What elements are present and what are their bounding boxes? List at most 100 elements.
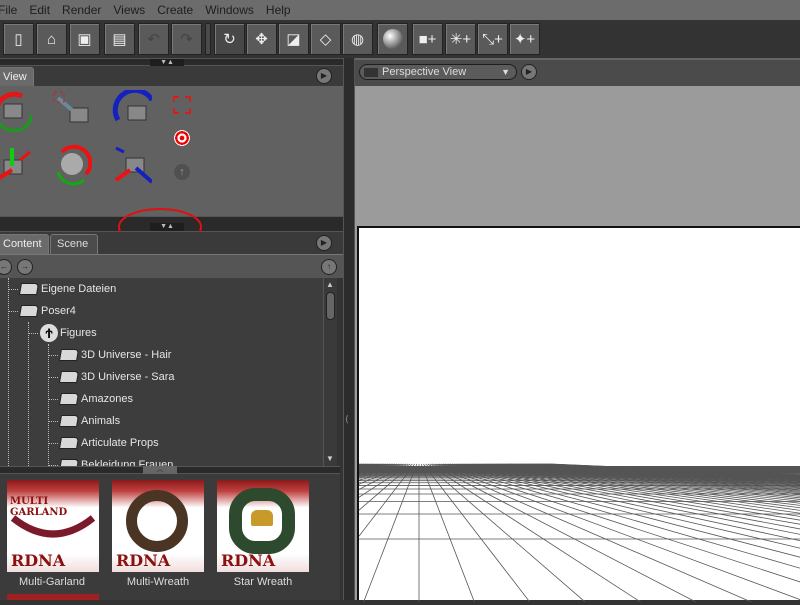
translate-camera-icon[interactable]: [112, 146, 152, 186]
menu-render[interactable]: Render: [62, 3, 101, 17]
viewport-menu-button[interactable]: ▶: [521, 64, 537, 80]
orbit-camera-icon[interactable]: [0, 91, 32, 133]
save-file-button[interactable]: ▣: [69, 23, 100, 55]
tree-scrollbar[interactable]: ▲ ▼: [323, 278, 337, 466]
content-tree: Eigene Dateien Poser4 Ϯ Figures 3D Universe …: [0, 278, 323, 466]
folder-icon: [18, 283, 40, 295]
roll-camera-icon[interactable]: [112, 90, 152, 132]
add-distant-light-button[interactable]: ✳+: [445, 23, 476, 55]
menu-edit[interactable]: Edit: [29, 3, 50, 17]
content-panel-menu-button[interactable]: ▶: [316, 235, 332, 251]
menu-bar: File Edit Render Views Create Windows He…: [0, 0, 800, 20]
tree-item-label: Eigene Dateien: [41, 283, 117, 295]
tab-content[interactable]: Content: [0, 234, 49, 254]
move-tool-button[interactable]: ✥: [246, 23, 277, 55]
tree-item-label: Figures: [60, 327, 97, 339]
tree-item-label: 3D Universe - Sara: [81, 371, 175, 383]
open-folder-icon: ⌂: [46, 30, 57, 48]
camera-select[interactable]: Perspective View ▼: [359, 64, 517, 80]
panel-splitter-top[interactable]: ▼▲: [0, 58, 343, 67]
dolly-camera-icon[interactable]: [52, 91, 92, 132]
tree-item[interactable]: 3D Universe - Hair: [58, 344, 172, 366]
up-arrow-icon[interactable]: ↑: [174, 164, 190, 180]
tab-scene[interactable]: Scene: [50, 234, 98, 254]
tree-item[interactable]: Eigene Dateien: [18, 278, 117, 300]
grid-line: [135, 463, 409, 605]
undo-button[interactable]: ↶: [138, 23, 169, 55]
universal-tool-button[interactable]: ◍: [342, 23, 373, 55]
scale-tool-button[interactable]: ◪: [278, 23, 309, 55]
vertical-splitter[interactable]: ⟨: [343, 58, 355, 600]
tree-connector: [8, 311, 18, 312]
scroll-up-arrow[interactable]: ▲: [326, 280, 334, 289]
grid-line: [0, 463, 387, 532]
notes-icon: ▤: [112, 31, 127, 48]
menu-file[interactable]: File: [0, 3, 17, 17]
open-file-button[interactable]: ⌂: [36, 23, 67, 55]
tree-connector: [28, 322, 29, 466]
tree-item[interactable]: Ϯ Figures: [40, 322, 97, 344]
tree-item[interactable]: Amazones: [58, 388, 133, 410]
thumbnail-multi-garland[interactable]: MULTI GARLAND RDNA: [7, 480, 99, 572]
pan-camera-icon[interactable]: [0, 146, 32, 186]
splitter-grip[interactable]: ︿: [143, 466, 177, 474]
frame-icon[interactable]: [173, 96, 191, 114]
tree-connector: [28, 333, 38, 334]
tree-item[interactable]: Articulate Props: [58, 432, 159, 454]
add-spotlight-button[interactable]: ✦+: [509, 23, 540, 55]
up-folder-button[interactable]: ↑: [321, 259, 337, 275]
render-button[interactable]: [377, 23, 408, 55]
camera-select-value: Perspective View: [382, 66, 467, 78]
tree-item[interactable]: Poser4: [18, 300, 76, 322]
grid-line: [0, 463, 395, 558]
scroll-down-arrow[interactable]: ▼: [326, 454, 334, 463]
add-camera-button[interactable]: ■+: [412, 23, 443, 55]
eraser-tool-button[interactable]: ◇: [310, 23, 341, 55]
tree-item-label: Amazones: [81, 393, 133, 405]
tree-connector: [8, 289, 18, 290]
grid-line: [22, 463, 404, 605]
rotate-camera-icon[interactable]: [52, 144, 92, 186]
forward-button[interactable]: →: [17, 259, 33, 275]
3d-viewport[interactable]: [0, 86, 800, 605]
menu-windows[interactable]: Windows: [205, 3, 254, 17]
panel-splitter-bottom[interactable]: ︿: [0, 466, 340, 474]
redo-button[interactable]: ↷: [171, 23, 202, 55]
tree-item[interactable]: Animals: [58, 410, 120, 432]
menu-help[interactable]: Help: [266, 3, 291, 17]
scroll-thumb[interactable]: [326, 292, 335, 320]
rotate-icon: ↻: [223, 31, 236, 48]
thumbnail-label[interactable]: Star Wreath: [213, 576, 313, 588]
view-panel-menu-button[interactable]: ▶: [316, 68, 332, 84]
thumbnail-star-wreath[interactable]: RDNA: [217, 480, 309, 572]
grid-line: [0, 463, 393, 550]
toolbar: ▯ ⌂ ▣ ▤ ↶ ↷ ↻ ✥ ◪ ◇ ◍ ■+ ✳+ ⤡+ ✦+: [0, 20, 800, 58]
rotate-tool-button[interactable]: ↻: [214, 23, 245, 55]
thumbnail-multi-wreath[interactable]: RDNA: [112, 480, 204, 572]
camera-plus-icon: ■+: [418, 30, 437, 48]
notes-button[interactable]: ▤: [104, 23, 135, 55]
grid-line: [0, 463, 367, 505]
folder-icon: [18, 305, 40, 317]
back-button[interactable]: ←: [0, 259, 12, 275]
thumbnail-label[interactable]: Multi-Garland: [2, 576, 102, 588]
grid-line: [248, 463, 413, 605]
tree-item[interactable]: Bekleidung Frauen: [58, 454, 173, 466]
new-file-button[interactable]: ▯: [3, 23, 34, 55]
target-icon[interactable]: [174, 130, 190, 146]
tree-item-label: 3D Universe - Hair: [81, 349, 172, 361]
add-point-light-button[interactable]: ⤡+: [477, 23, 508, 55]
folder-icon: [58, 371, 80, 383]
thumbnail-partial[interactable]: [7, 594, 99, 600]
figure-icon: Ϯ: [40, 324, 58, 342]
thumbnail-label[interactable]: Multi-Wreath: [108, 576, 208, 588]
folder-icon: [58, 393, 80, 405]
point-light-plus-icon: ⤡+: [482, 30, 503, 48]
toolbar-separator: [205, 23, 211, 55]
menu-views[interactable]: Views: [113, 3, 145, 17]
tab-view[interactable]: View: [0, 67, 34, 87]
menu-create[interactable]: Create: [157, 3, 193, 17]
splitter-grip[interactable]: ⟨: [345, 414, 349, 425]
tree-item[interactable]: 3D Universe - Sara: [58, 366, 175, 388]
render-canvas[interactable]: [0, 226, 800, 605]
